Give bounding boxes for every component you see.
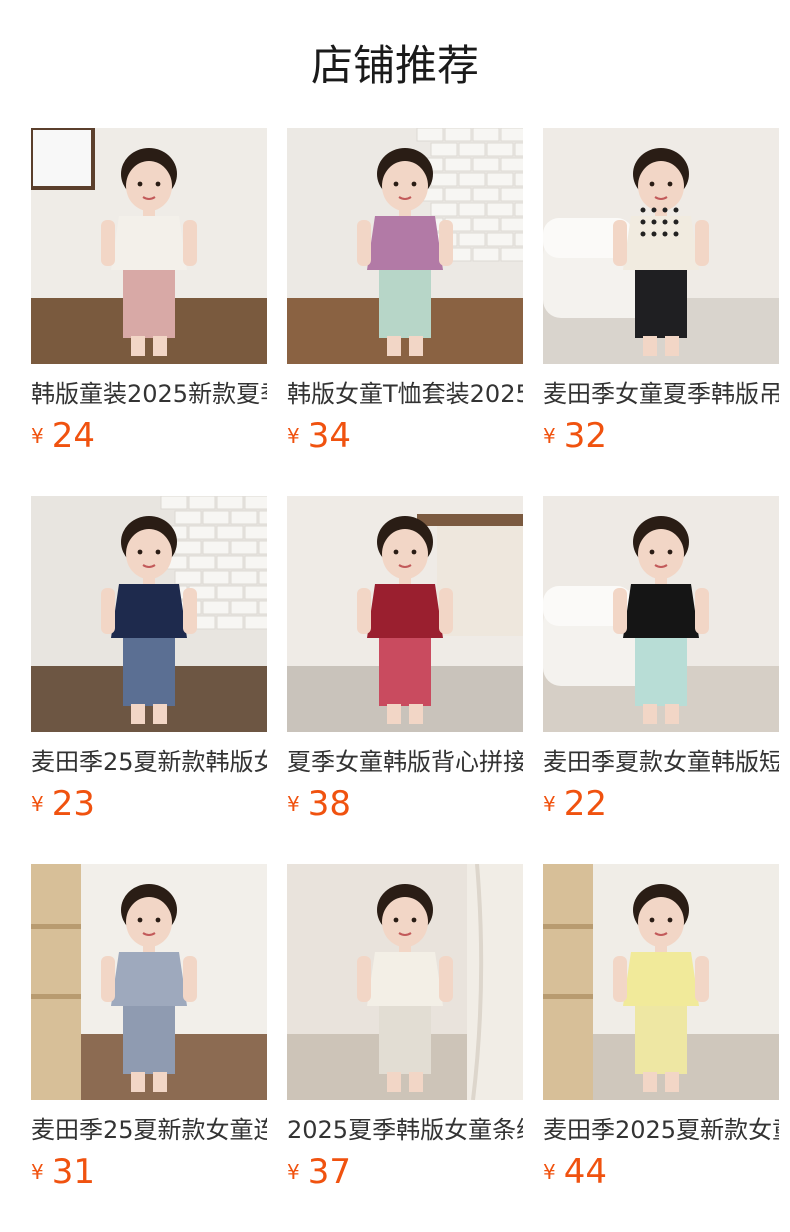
- currency-symbol: ¥: [543, 792, 556, 816]
- product-card[interactable]: 2025夏季韩版女童条纹吊 ¥37: [287, 864, 523, 1192]
- price-value: 44: [563, 1152, 607, 1192]
- currency-symbol: ¥: [287, 1160, 300, 1184]
- price-value: 37: [307, 1152, 351, 1192]
- product-image[interactable]: [543, 128, 779, 364]
- price-value: 32: [563, 416, 607, 456]
- product-price: ¥22: [543, 784, 607, 824]
- product-image[interactable]: [543, 864, 779, 1100]
- currency-symbol: ¥: [287, 792, 300, 816]
- price-value: 22: [563, 784, 607, 824]
- product-card[interactable]: 韩版女童T恤套装2025夏 ¥34: [287, 128, 523, 456]
- product-card[interactable]: 韩版童装2025新款夏季女童 ¥24: [31, 128, 267, 456]
- product-card[interactable]: 麦田季25夏新款韩版女童 ¥23: [31, 496, 267, 824]
- currency-symbol: ¥: [31, 1160, 44, 1184]
- currency-symbol: ¥: [31, 792, 44, 816]
- product-card[interactable]: 麦田季夏款女童韩版短袖 ¥22: [543, 496, 779, 824]
- product-name[interactable]: 麦田季25夏新款女童连衣: [31, 1114, 267, 1148]
- price-value: 31: [51, 1152, 95, 1192]
- product-price: ¥38: [287, 784, 351, 824]
- product-grid: 韩版童装2025新款夏季女童 ¥24 韩版女童T恤套装2025夏 ¥34: [31, 128, 790, 1192]
- price-value: 34: [307, 416, 351, 456]
- product-price: ¥32: [543, 416, 607, 456]
- product-price: ¥37: [287, 1152, 351, 1192]
- product-name[interactable]: 2025夏季韩版女童条纹吊: [287, 1114, 523, 1148]
- product-name[interactable]: 韩版童装2025新款夏季女童: [31, 378, 267, 412]
- product-image[interactable]: [31, 128, 267, 364]
- product-price: ¥23: [31, 784, 95, 824]
- product-price: ¥31: [31, 1152, 95, 1192]
- currency-symbol: ¥: [287, 424, 300, 448]
- section-title: 店铺推荐: [310, 41, 479, 90]
- product-card[interactable]: 麦田季25夏新款女童连衣 ¥31: [31, 864, 267, 1192]
- product-card[interactable]: 麦田季女童夏季韩版吊带 ¥32: [543, 128, 779, 456]
- product-price: ¥34: [287, 416, 351, 456]
- product-image[interactable]: [287, 496, 523, 732]
- product-name[interactable]: 麦田季夏款女童韩版短袖: [543, 746, 779, 780]
- product-name[interactable]: 韩版女童T恤套装2025夏: [287, 378, 523, 412]
- price-value: 24: [51, 416, 95, 456]
- product-image[interactable]: [31, 864, 267, 1100]
- price-value: 38: [307, 784, 351, 824]
- currency-symbol: ¥: [543, 1160, 556, 1184]
- product-name[interactable]: 麦田季25夏新款韩版女童: [31, 746, 267, 780]
- product-image[interactable]: [287, 864, 523, 1100]
- product-price: ¥44: [543, 1152, 607, 1192]
- product-image[interactable]: [543, 496, 779, 732]
- currency-symbol: ¥: [543, 424, 556, 448]
- shop-recommendations-page: 店铺推荐 韩版童装2025新款夏季女童 ¥24: [0, 0, 790, 1232]
- product-image[interactable]: [31, 496, 267, 732]
- product-card[interactable]: 麦田季2025夏新款女童套 ¥44: [543, 864, 779, 1192]
- product-name[interactable]: 麦田季2025夏新款女童套: [543, 1114, 779, 1148]
- price-value: 23: [51, 784, 95, 824]
- currency-symbol: ¥: [31, 424, 44, 448]
- product-name[interactable]: 麦田季女童夏季韩版吊带: [543, 378, 779, 412]
- product-name[interactable]: 夏季女童韩版背心拼接裙: [287, 746, 523, 780]
- product-card[interactable]: 夏季女童韩版背心拼接裙 ¥38: [287, 496, 523, 824]
- product-image[interactable]: [287, 128, 523, 364]
- product-price: ¥24: [31, 416, 95, 456]
